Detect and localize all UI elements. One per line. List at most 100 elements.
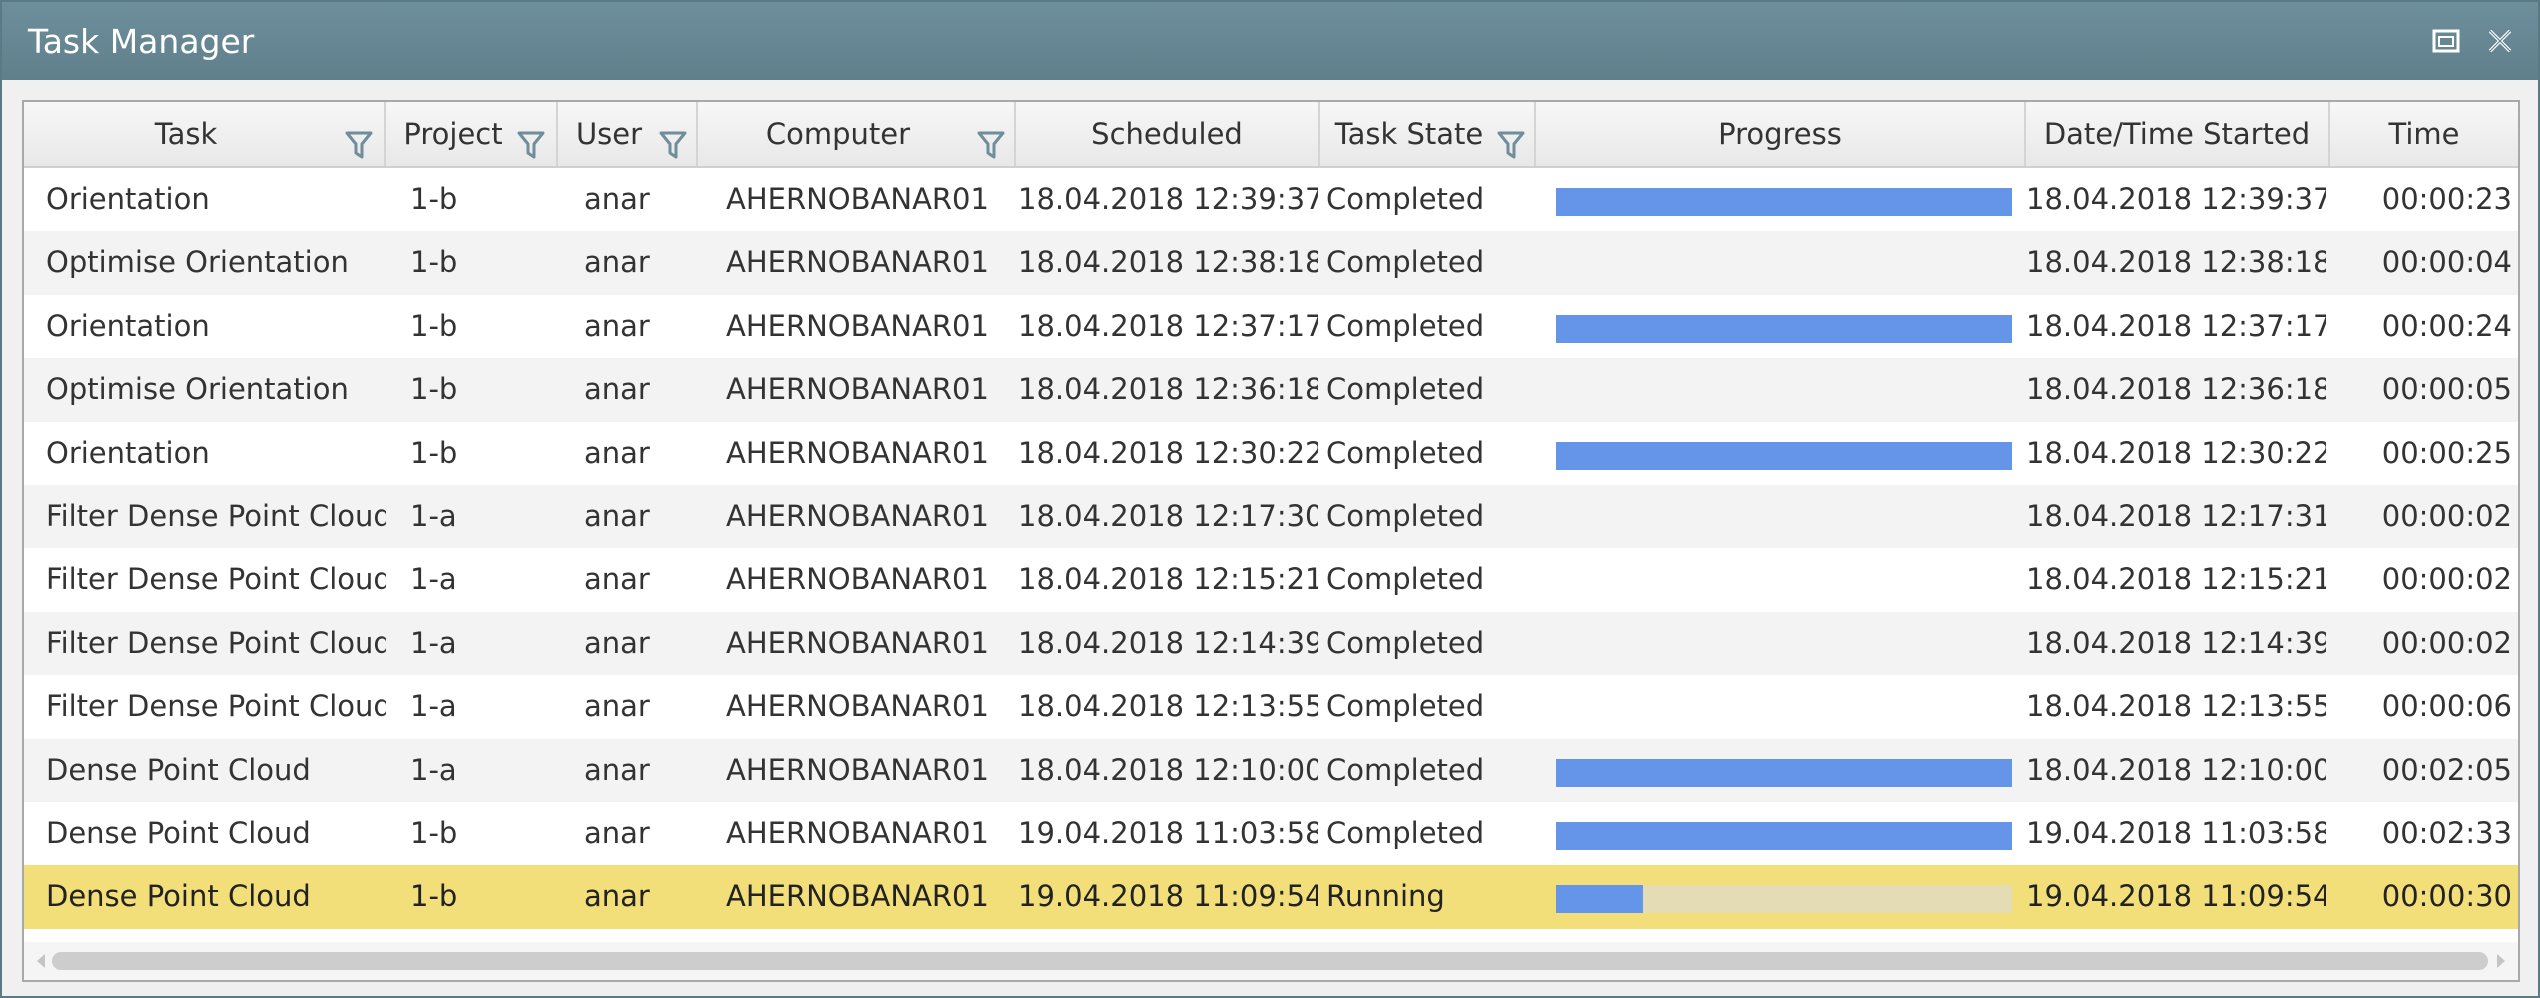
column-header-user[interactable]: User (558, 102, 698, 166)
progress-bar (1556, 822, 2012, 850)
scroll-left-icon[interactable] (30, 950, 52, 972)
column-header-progress[interactable]: Progress (1536, 102, 2026, 166)
task-state-cell: Completed (1326, 372, 1485, 407)
user-cell: anar (584, 879, 650, 914)
column-header-time-elapsed[interactable]: Time Elapsed (2330, 102, 2518, 215)
scroll-right-icon[interactable] (2490, 950, 2512, 972)
user-cell: anar (584, 435, 650, 470)
column-header-label: Computer (765, 117, 911, 151)
task-cell: Optimise Orientation (46, 245, 349, 280)
elapsed-cell: 00:00:02 (2381, 499, 2512, 533)
progress-bar (1556, 441, 2012, 470)
filter-icon[interactable] (516, 119, 546, 159)
project-cell: 1-a (410, 499, 457, 533)
elapsed-cell: 00:00:02 (2381, 562, 2512, 597)
task-cell: Filter Dense Point Cloud (46, 689, 386, 724)
table-row[interactable]: Orientation 1-b anar AHERNOBANAR01 18.04.201… (24, 421, 2518, 485)
task-cell: Orientation (46, 182, 210, 216)
progress-fill (1556, 758, 2012, 787)
progress-fill (1556, 885, 1643, 914)
elapsed-cell: 00:00:04 (2381, 245, 2512, 280)
filter-icon[interactable] (1496, 119, 1526, 159)
computer-cell: AHERNOBANAR01 (726, 245, 989, 280)
scheduled-cell: 19.04.2018 11:09:54 (1018, 879, 1318, 914)
project-cell: 1-a (410, 752, 457, 787)
scrollbar-thumb[interactable] (52, 952, 2488, 970)
task-state-cell: Running (1326, 879, 1445, 914)
user-cell: anar (584, 562, 650, 597)
column-header-scheduled[interactable]: Scheduled (1016, 102, 1320, 166)
computer-cell: AHERNOBANAR01 (726, 689, 989, 724)
title-bar[interactable]: Task Manager (2, 2, 2538, 80)
started-cell: 19.04.2018 11:09:54 (2026, 879, 2326, 914)
elapsed-cell: 00:00:02 (2381, 625, 2512, 660)
elapsed-cell: 00:02:33 (2381, 816, 2512, 850)
table-row[interactable]: Dense Point Cloud 1-b anar AHERNOBANAR01 19.… (24, 802, 2518, 866)
started-cell: 18.04.2018 12:38:18 (2026, 245, 2326, 280)
column-header-label: Task (154, 117, 218, 151)
table-row[interactable]: Dense Point Cloud 1-b anar AHERNOBANAR01 19.… (24, 865, 2518, 929)
column-header-project[interactable]: Project (386, 102, 558, 166)
progress-cell (1536, 865, 2022, 928)
elapsed-cell: 00:00:23 (2381, 182, 2512, 216)
scheduled-cell: 18.04.2018 12:15:21 (1018, 562, 1318, 597)
progress-bar (1556, 314, 2012, 343)
filter-icon[interactable] (344, 119, 374, 159)
progress-cell (1536, 612, 2022, 675)
close-icon[interactable] (2482, 24, 2518, 58)
table-row[interactable]: Optimise Orientation 1-b anar AHERNOBANAR01… (24, 358, 2518, 422)
restore-window-icon[interactable] (2428, 24, 2464, 58)
task-state-cell: Completed (1326, 308, 1485, 343)
scheduled-cell: 18.04.2018 12:37:17 (1018, 308, 1318, 343)
table-row[interactable]: Filter Dense Point Cloud 1-a anar AHERNOBAN… (24, 548, 2518, 612)
table-row[interactable]: Filter Dense Point Cloud 1-a anar AHERNOBAN… (24, 675, 2518, 739)
computer-cell: AHERNOBANAR01 (726, 562, 989, 597)
horizontal-scrollbar[interactable] (24, 942, 2518, 980)
task-state-cell: Completed (1326, 499, 1485, 533)
scheduled-cell: 18.04.2018 12:36:18 (1018, 372, 1318, 407)
computer-cell: AHERNOBANAR01 (726, 816, 989, 850)
started-cell: 18.04.2018 12:13:55 (2026, 689, 2326, 724)
computer-cell: AHERNOBANAR01 (726, 182, 989, 216)
task-cell: Dense Point Cloud (46, 879, 311, 914)
user-cell: anar (584, 816, 650, 850)
user-cell: anar (584, 372, 650, 407)
table-row[interactable]: Dense Point Cloud 1-a anar AHERNOBANAR01 18.… (24, 738, 2518, 802)
started-cell: 19.04.2018 11:03:58 (2026, 816, 2326, 850)
table-row[interactable]: Optimise Orientation 1-b anar AHERNOBANAR01… (24, 231, 2518, 295)
table-row[interactable]: Filter Dense Point Cloud 1-a anar AHERNOBAN… (24, 611, 2518, 676)
progress-fill (1556, 188, 2012, 216)
user-cell: anar (584, 245, 650, 280)
column-header-task[interactable]: Task (24, 102, 386, 166)
progress-fill (1556, 314, 2012, 343)
elapsed-cell: 00:00:05 (2381, 372, 2512, 407)
table-row[interactable]: Orientation 1-b anar AHERNOBANAR01 18.04.201… (24, 294, 2518, 359)
progress-cell (1536, 485, 2022, 548)
column-header-task-state[interactable]: Task State (1320, 102, 1536, 166)
started-cell: 18.04.2018 12:10:00 (2026, 752, 2326, 787)
user-cell: anar (584, 689, 650, 724)
column-header-label: User (575, 117, 643, 151)
started-cell: 18.04.2018 12:17:31 (2026, 499, 2326, 533)
progress-cell (1536, 675, 2022, 738)
task-cell: Optimise Orientation (46, 372, 349, 407)
computer-cell: AHERNOBANAR01 (726, 752, 989, 787)
filter-icon[interactable] (976, 119, 1006, 159)
column-header-label: Project (403, 117, 503, 151)
progress-bar (1556, 758, 2012, 787)
project-cell: 1-b (410, 245, 458, 280)
task-state-cell: Completed (1326, 689, 1485, 724)
column-header-label: Task State (1334, 117, 1484, 151)
project-cell: 1-b (410, 372, 458, 407)
task-state-cell: Completed (1326, 245, 1485, 280)
column-header-computer[interactable]: Computer (698, 102, 1016, 166)
table-row[interactable]: Filter Dense Point Cloud 1-a anar AHERNOBAN… (24, 485, 2518, 549)
task-cell: Filter Dense Point Cloud (46, 562, 386, 597)
progress-cell (1536, 295, 2022, 358)
computer-cell: AHERNOBANAR01 (726, 499, 989, 533)
table-row[interactable]: Orientation 1-b anar AHERNOBANAR01 18.04.201… (24, 168, 2518, 232)
progress-cell (1536, 422, 2022, 485)
filter-icon[interactable] (658, 119, 688, 159)
column-header-date-time-started[interactable]: Date/Time Started (2026, 102, 2330, 166)
project-cell: 1-b (410, 435, 458, 470)
